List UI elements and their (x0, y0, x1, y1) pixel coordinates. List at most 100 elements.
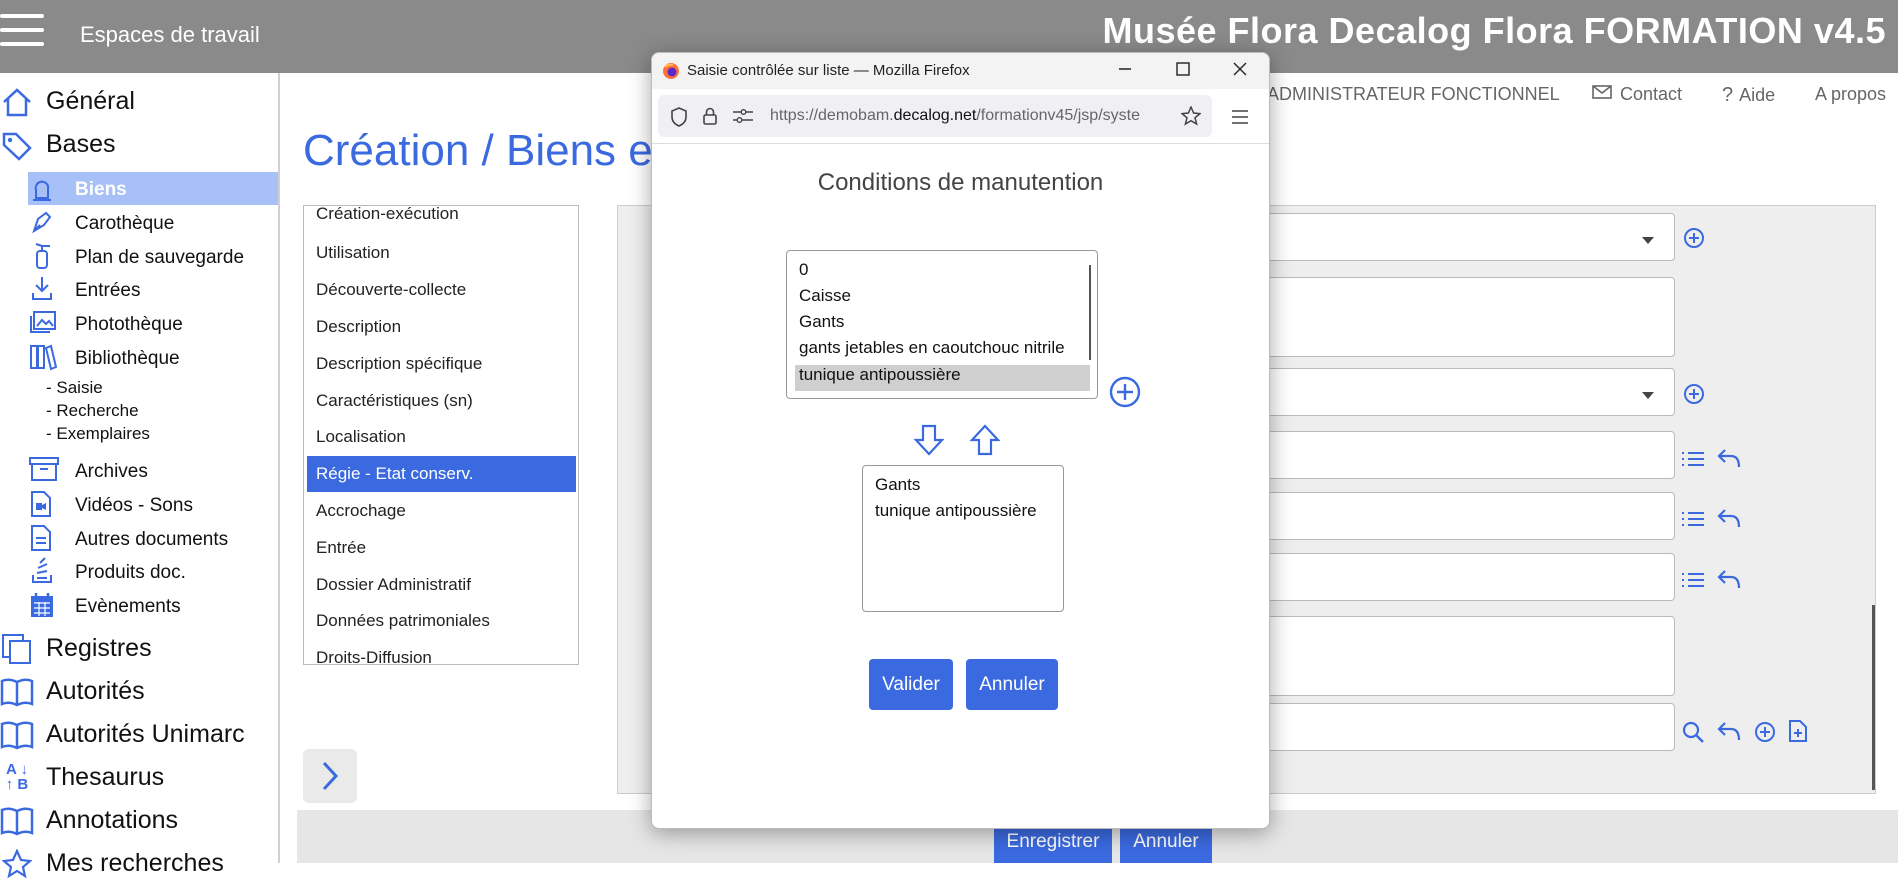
minimize-icon[interactable] (1117, 61, 1133, 82)
textarea-field-1[interactable] (1263, 277, 1675, 357)
search-icon[interactable] (1681, 720, 1705, 749)
scrollbar[interactable] (1872, 605, 1875, 790)
window-titlebar[interactable]: Saisie contrôlée sur liste — Mozilla Fir… (652, 53, 1269, 89)
sidebar-item-exemplaires[interactable]: - Exemplaires (46, 424, 150, 444)
add-circle-icon[interactable] (1683, 227, 1705, 254)
workspaces-link[interactable]: Espaces de travail (80, 22, 260, 48)
role-label: ADMINISTRATEUR FONCTIONNEL (1267, 84, 1560, 104)
sidebar-item-bases[interactable]: Bases (2, 130, 115, 161)
sidebar-item-videos-sons[interactable]: Vidéos - Sons (31, 491, 193, 517)
sidebar-item-general[interactable]: Général (3, 87, 135, 117)
list-option[interactable]: 0 (799, 260, 808, 280)
sidebar-item-biens[interactable]: Biens (33, 179, 127, 201)
letter-a-glyph: A ↓ (6, 761, 28, 778)
add-option-icon[interactable] (1109, 376, 1141, 413)
contact-link[interactable]: Contact (1592, 84, 1682, 105)
undo-icon[interactable] (1717, 568, 1741, 595)
close-icon[interactable] (1232, 61, 1248, 82)
tab-localisation[interactable]: Localisation (316, 427, 406, 447)
maximize-icon[interactable] (1175, 61, 1191, 82)
tab-utilisation[interactable]: Utilisation (316, 243, 390, 263)
list-option-selected[interactable]: tunique antipoussière (799, 365, 961, 385)
sidebar-item-thesaurus[interactable]: A ↓ ↑ B Thesaurus (6, 762, 164, 792)
shield-icon[interactable] (670, 107, 688, 132)
list-option[interactable]: Caisse (799, 286, 851, 306)
tab-entree[interactable]: Entrée (316, 538, 366, 558)
sidebar-item-carotheque[interactable]: Carothèque (32, 211, 174, 235)
sidebar-item-autres-documents[interactable]: Autres documents (31, 525, 228, 551)
chosen-value[interactable]: Gants (875, 475, 920, 495)
list-icon[interactable] (1681, 570, 1705, 595)
app-title: Musée Flora Decalog Flora FORMATION v4.5 (1102, 10, 1886, 51)
url-text[interactable]: https://demobam.decalog.net/formationv45… (770, 107, 1170, 125)
permissions-icon[interactable] (732, 108, 754, 129)
tab-creation-execution[interactable]: Création-exécution (316, 206, 459, 224)
list-scrollbar[interactable] (1089, 265, 1091, 360)
chosen-values-list[interactable]: Gants tunique antipoussière (862, 465, 1064, 612)
sidebar-item-entrees[interactable]: Entrées (32, 277, 140, 302)
sidebar-item-phototheque[interactable]: Photothèque (30, 311, 183, 336)
tab-regie-etat-conserv[interactable]: Régie - Etat conserv. (316, 464, 473, 484)
sidebar-item-archives[interactable]: Archives (29, 457, 148, 483)
sidebar-item-saisie[interactable]: - Saisie (46, 378, 103, 398)
tab-description[interactable]: Description (316, 317, 401, 337)
bookmark-star-icon[interactable] (1180, 105, 1202, 131)
sidebar-item-autorites-unimarc[interactable]: Autorités Unimarc (0, 720, 245, 750)
help-link[interactable]: ? Aide (1722, 84, 1775, 107)
app-menu-icon[interactable] (1231, 109, 1249, 130)
dialog-cancel-button[interactable]: Annuler (966, 659, 1058, 710)
add-circle-icon[interactable] (1754, 721, 1776, 748)
text-field-3[interactable] (1263, 703, 1675, 751)
tab-caracteristiques[interactable]: Caractéristiques (sn) (316, 391, 473, 411)
text-field-2[interactable] (1263, 492, 1675, 540)
sidebar-label: Vidéos - Sons (75, 495, 193, 516)
tab-decouverte-collecte[interactable]: Découverte-collecte (316, 280, 466, 300)
undo-icon[interactable] (1717, 447, 1741, 474)
validate-button[interactable]: Valider (869, 659, 953, 710)
add-circle-icon[interactable] (1683, 383, 1705, 410)
list-icon[interactable] (1681, 509, 1705, 534)
available-options-list[interactable]: 0 Caisse Gants gants jetables en caoutch… (786, 250, 1098, 399)
sidebar-item-registres[interactable]: Registres (2, 634, 152, 664)
next-button[interactable] (303, 749, 357, 803)
tab-accrochage[interactable]: Accrochage (316, 501, 406, 521)
undo-icon[interactable] (1717, 720, 1741, 747)
textarea-field-2[interactable] (1263, 616, 1675, 696)
copy-icon (0, 632, 34, 666)
sidebar-item-annotations[interactable]: Annotations (0, 806, 178, 836)
url-suffix: /formationv45/jsp/syste (976, 107, 1140, 124)
select-field-2[interactable] (1263, 368, 1675, 416)
sidebar-item-bibliotheque[interactable]: Bibliothèque (30, 344, 180, 371)
sidebar-item-evenements[interactable]: Evènements (31, 593, 181, 618)
list-icon[interactable] (1681, 449, 1705, 474)
list-option[interactable]: Gants (799, 312, 844, 332)
sidebar-item-produits-doc[interactable]: Produits doc. (32, 557, 186, 584)
tab-description-specifique[interactable]: Description spécifique (316, 354, 482, 374)
file-add-icon[interactable] (1788, 719, 1808, 748)
arrow-down-icon[interactable] (913, 424, 945, 461)
sidebar-item-recherche[interactable]: - Recherche (46, 401, 139, 421)
undo-icon[interactable] (1717, 507, 1741, 534)
menu-icon[interactable] (0, 14, 44, 48)
text-field-manutention[interactable] (1263, 553, 1675, 601)
pen-icon (29, 209, 55, 235)
text-field-1[interactable] (1263, 431, 1675, 479)
tab-droits-diffusion[interactable]: Droits-Diffusion (316, 648, 432, 664)
video-file-icon (29, 490, 53, 518)
arrow-up-icon[interactable] (969, 424, 1001, 461)
sidebar-item-mes-recherches[interactable]: Mes recherches (2, 849, 224, 879)
tab-dossier-administratif[interactable]: Dossier Administratif (316, 575, 471, 595)
select-field-1[interactable] (1263, 213, 1675, 261)
list-option[interactable]: gants jetables en caoutchouc nitrile (799, 338, 1065, 358)
sidebar-item-plan-sauvegarde[interactable]: Plan de sauvegarde (35, 243, 244, 269)
about-link[interactable]: A propos (1815, 84, 1886, 105)
sidebar-item-autorites[interactable]: Autorités (0, 677, 145, 707)
sidebar-label: - Recherche (46, 401, 139, 420)
question-icon: ? (1722, 84, 1734, 106)
letter-b-glyph: ↑ B (5, 776, 29, 793)
lock-icon[interactable] (702, 106, 718, 131)
url-bar[interactable]: https://demobam.decalog.net/formationv45… (658, 95, 1212, 137)
tab-donnees-patrimoniales[interactable]: Données patrimoniales (316, 611, 490, 631)
chosen-value[interactable]: tunique antipoussière (875, 501, 1037, 521)
tag-icon (0, 130, 34, 162)
